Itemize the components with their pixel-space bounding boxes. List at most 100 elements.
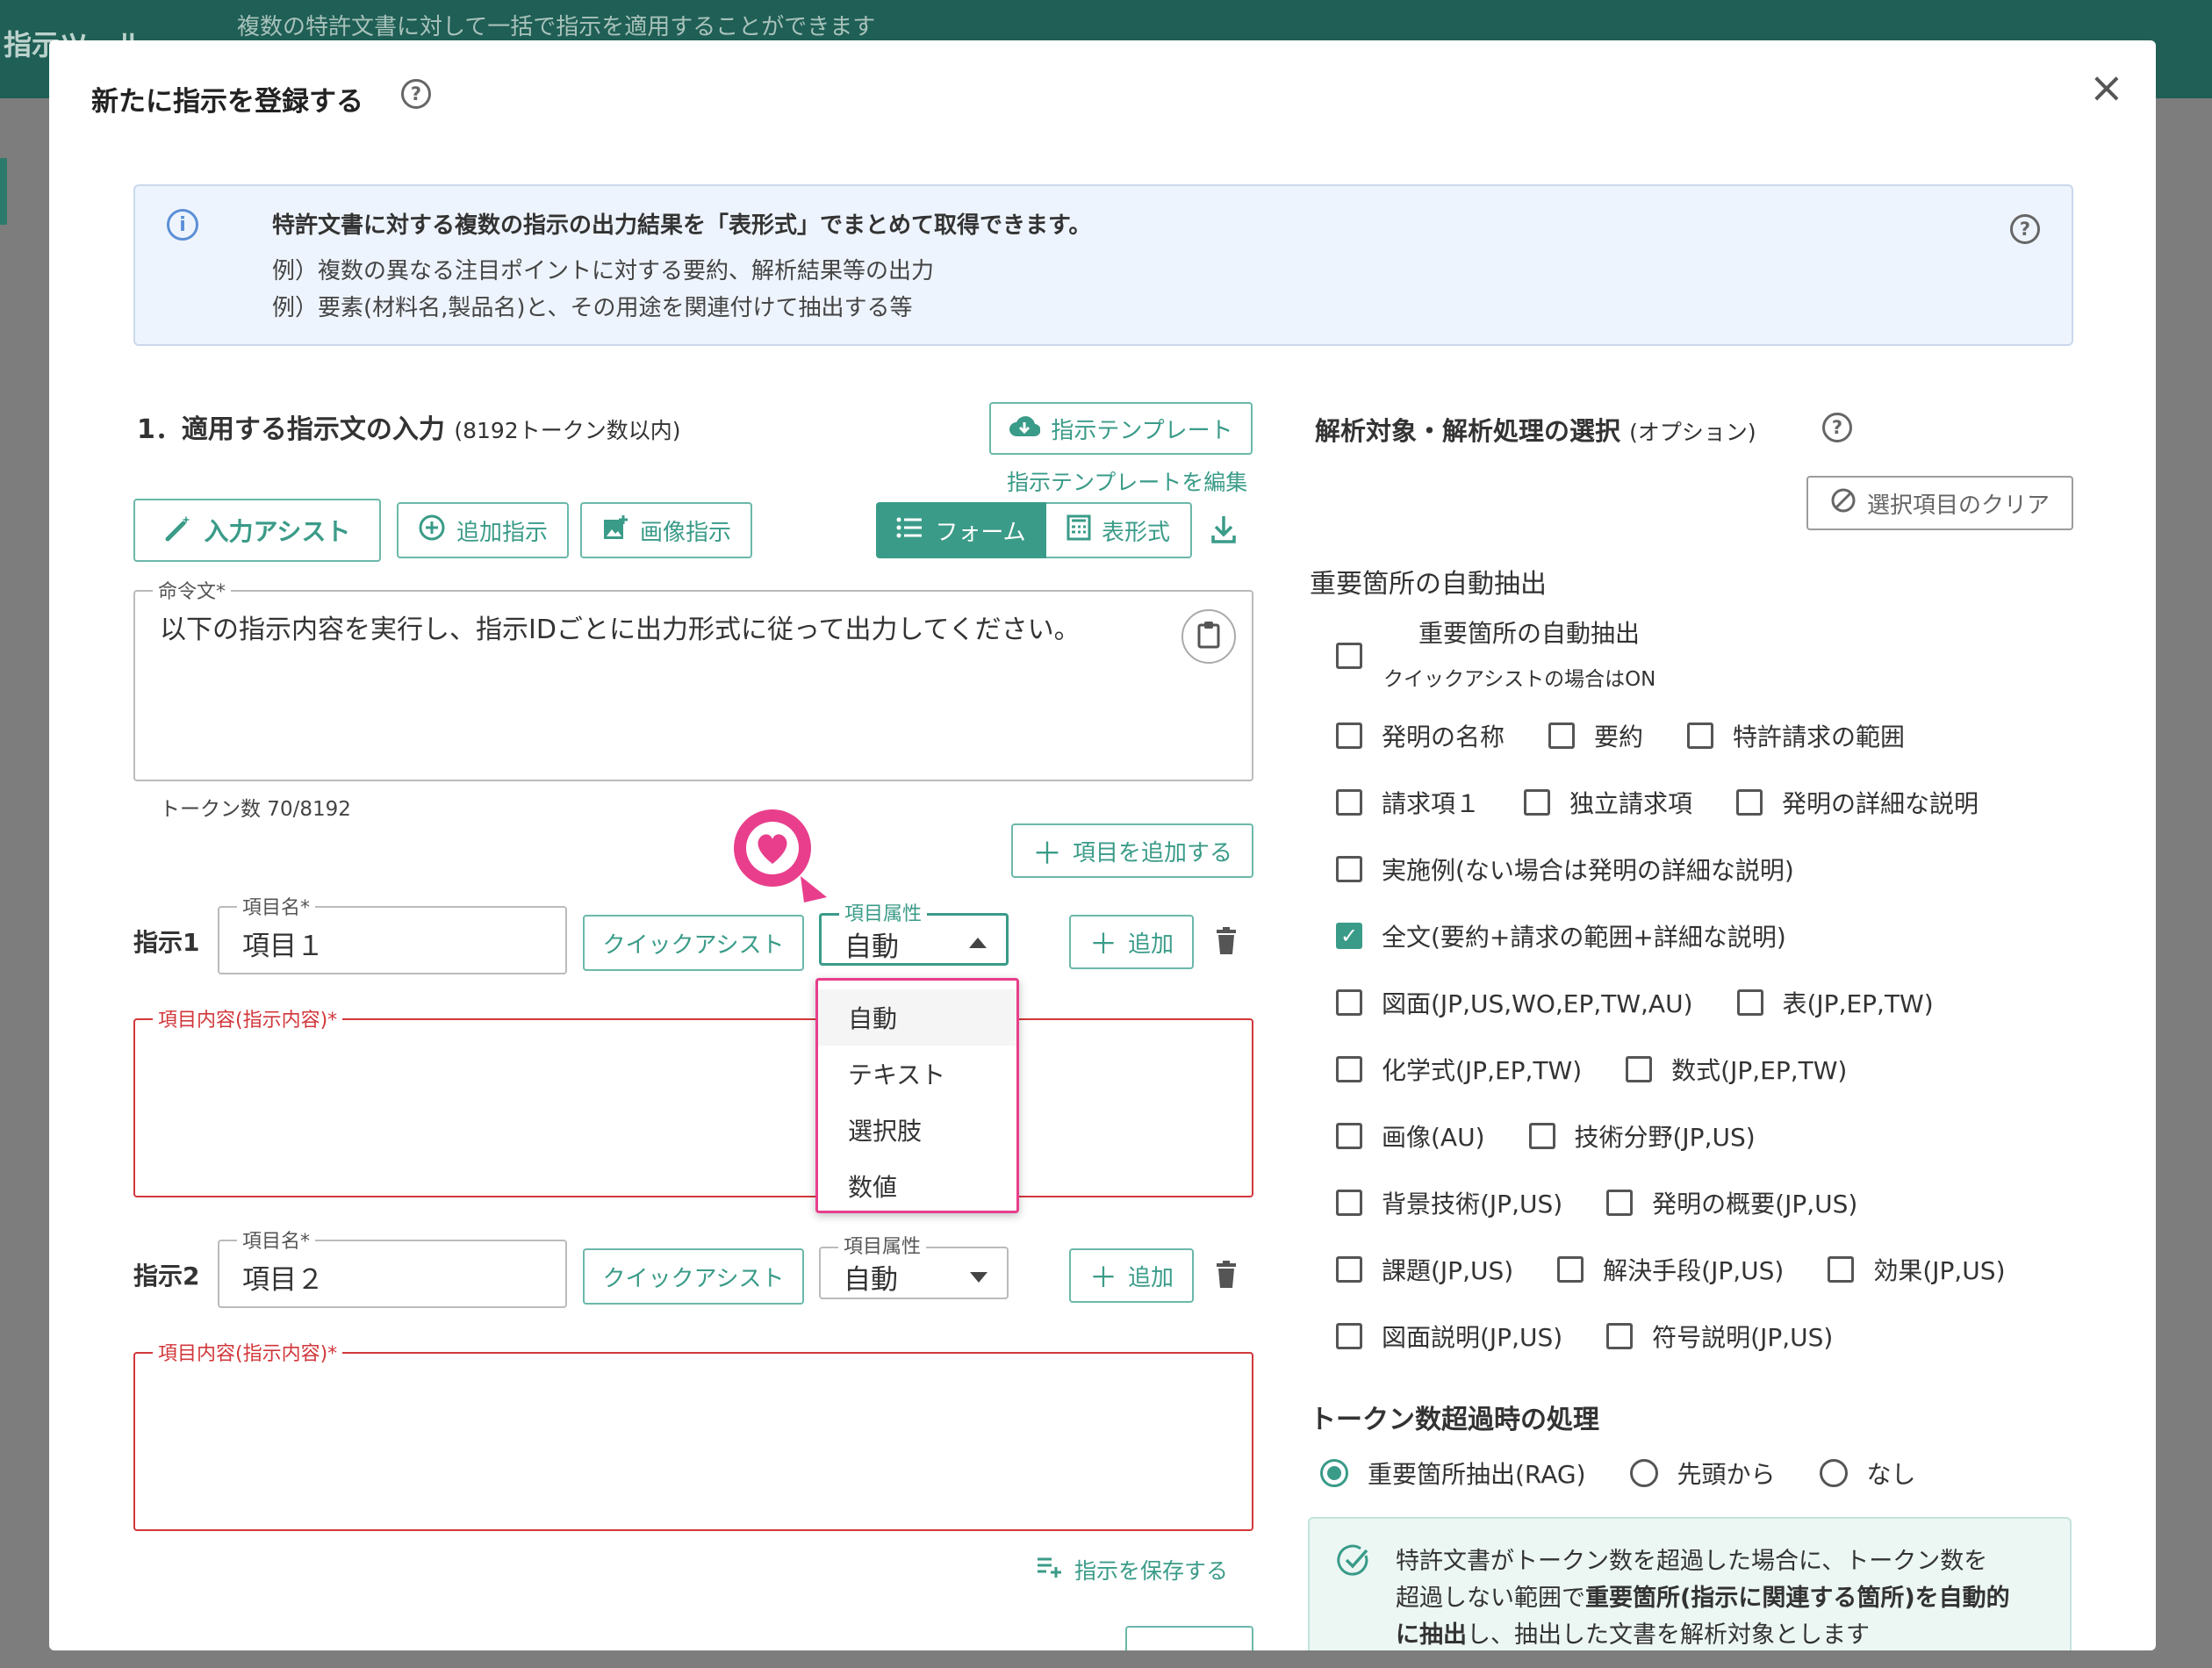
checkbox-item-effect[interactable]: 効果(JP,US): [1828, 1252, 2006, 1287]
info-help-icon[interactable]: ?: [2010, 214, 2040, 244]
view-table-toggle[interactable]: 表形式: [1046, 502, 1192, 558]
checkbox-label: 背景技術(JP,US): [1382, 1190, 1563, 1219]
checkbox-item-tables[interactable]: 表(JP,EP,TW): [1736, 985, 1934, 1020]
radio[interactable]: [1629, 1459, 1658, 1487]
clear-selection-button[interactable]: 選択項目のクリア: [1806, 476, 2073, 530]
instruction-1-attribute-value: 自動: [844, 931, 899, 963]
clipboard-icon: [1197, 621, 1220, 652]
checkbox[interactable]: [1687, 723, 1714, 749]
checkbox-label: 特許請求の範囲: [1733, 723, 1906, 751]
checkbox-item-technical-field[interactable]: 技術分野(JP,US): [1528, 1118, 1756, 1154]
add-item-label: 項目を追加する: [1072, 839, 1232, 866]
checkbox-item-summary[interactable]: 発明の概要(JP,US): [1606, 1185, 1857, 1220]
radio-none[interactable]: なし: [1819, 1456, 1916, 1491]
instruction-2-add-button[interactable]: ＋ 追加: [1069, 1248, 1194, 1303]
checkbox[interactable]: [1524, 789, 1551, 816]
checkbox[interactable]: [1606, 1323, 1634, 1349]
checkbox-item-background[interactable]: 背景技術(JP,US): [1336, 1185, 1562, 1220]
checkbox-item-abstract[interactable]: 要約: [1548, 718, 1643, 753]
checkbox-item-solution[interactable]: 解決手段(JP,US): [1557, 1252, 1784, 1287]
dropdown-option-number[interactable]: 数値: [818, 1158, 1016, 1214]
radio[interactable]: [1819, 1459, 1848, 1487]
checkbox-row-6: 化学式(JP,EP,TW) 数式(JP,EP,TW): [1336, 1052, 1847, 1087]
instruction-2-name-field[interactable]: 項目名* 項目２: [218, 1226, 567, 1308]
checkbox[interactable]: [1557, 1256, 1584, 1283]
download-icon[interactable]: [1210, 514, 1237, 548]
checkbox-item-figure-description[interactable]: 図面説明(JP,US): [1336, 1319, 1562, 1354]
checkbox[interactable]: [1336, 1123, 1362, 1149]
checkbox[interactable]: [1736, 989, 1763, 1016]
section1-title: 1．適用する指示文の入力 (8192トークン数以内): [137, 407, 680, 446]
auto-extract-label: 重要箇所の自動抽出: [1418, 619, 1641, 648]
view-form-toggle[interactable]: フォーム: [876, 502, 1046, 558]
checkbox[interactable]: [1736, 789, 1763, 816]
checkbox-item-reference-signs[interactable]: 符号説明(JP,US): [1606, 1319, 1833, 1354]
auto-extract-checkbox[interactable]: [1336, 643, 1362, 669]
dropdown-option-auto[interactable]: 自動: [818, 989, 1016, 1046]
instruction-1-delete-icon[interactable]: [1215, 927, 1238, 959]
checkbox[interactable]: [1336, 1256, 1362, 1283]
checkbox[interactable]: [1528, 1123, 1555, 1149]
checkbox-item-claims[interactable]: 特許請求の範囲: [1687, 718, 1905, 753]
help-icon[interactable]: ?: [401, 79, 431, 109]
checkbox-label: 全文(要約+請求の範囲+詳細な説明): [1382, 923, 1786, 952]
checkbox-row-10: 図面説明(JP,US) 符号説明(JP,US): [1336, 1319, 1833, 1354]
checkbox[interactable]: [1626, 1056, 1653, 1082]
checkbox-item-independent-claims[interactable]: 独立請求項: [1524, 785, 1692, 820]
input-assist-button[interactable]: 入力アシスト: [133, 499, 381, 562]
checkbox[interactable]: [1336, 989, 1362, 1016]
dropdown-option-text[interactable]: テキスト: [818, 1046, 1016, 1102]
instruction-1-quick-assist-button[interactable]: クイックアシスト: [583, 915, 804, 971]
right-help-icon[interactable]: ?: [1822, 413, 1852, 442]
checkbox[interactable]: [1606, 1190, 1634, 1216]
add-item-button[interactable]: ＋ 項目を追加する: [1011, 823, 1253, 878]
image-instruction-button[interactable]: 画像指示: [580, 502, 752, 558]
checkbox-item-claim1[interactable]: 請求項１: [1336, 785, 1480, 820]
checkbox-item-detailed-description[interactable]: 発明の詳細な説明: [1736, 785, 1979, 820]
save-instruction-link[interactable]: 指示を保存する: [1036, 1554, 1228, 1585]
checkbox-label: 数式(JP,EP,TW): [1671, 1056, 1848, 1085]
checkbox[interactable]: [1336, 789, 1362, 816]
command-textarea[interactable]: 命令文* 以下の指示内容を実行し、指示IDごとに出力形式に従って出力してください…: [133, 576, 1253, 781]
close-button[interactable]: ×: [2089, 67, 2124, 109]
add-instruction-button[interactable]: 追加指示: [397, 502, 569, 558]
attribute-dropdown-menu: 自動 テキスト 選択肢 数値: [815, 978, 1019, 1213]
dropdown-option-choice[interactable]: 選択肢: [818, 1102, 1016, 1158]
radio-selected[interactable]: [1320, 1459, 1348, 1487]
instruction-2-content-textarea[interactable]: 項目内容(指示内容)*: [133, 1338, 1253, 1531]
instruction-1-add-button[interactable]: ＋ 追加: [1069, 915, 1194, 969]
paste-button[interactable]: [1181, 609, 1236, 664]
instruction-2-delete-icon[interactable]: [1215, 1261, 1238, 1292]
checkbox[interactable]: [1336, 1190, 1362, 1216]
instruction-1-add-label: 追加: [1128, 931, 1174, 958]
checkbox-item-chemical[interactable]: 化学式(JP,EP,TW): [1336, 1052, 1582, 1087]
radio-rag[interactable]: 重要箇所抽出(RAG): [1320, 1456, 1586, 1491]
checkbox-item-problem[interactable]: 課題(JP,US): [1336, 1252, 1513, 1287]
partial-bottom-button[interactable]: [1125, 1626, 1253, 1650]
checkbox[interactable]: [1336, 856, 1362, 882]
checkbox-item-images[interactable]: 画像(AU): [1336, 1118, 1485, 1154]
instruction-1-content-textarea[interactable]: 項目内容(指示内容)*: [133, 1004, 1253, 1197]
instruction-1-name-field[interactable]: 項目名* 項目１: [218, 892, 567, 974]
checkbox[interactable]: [1336, 723, 1362, 749]
checkbox[interactable]: [1548, 723, 1576, 749]
checkbox-item-full-text[interactable]: ✓ 全文(要約+請求の範囲+詳細な説明): [1336, 918, 1786, 953]
checkbox[interactable]: [1828, 1256, 1855, 1283]
instruction-1-attribute-select[interactable]: 項目属性 自動: [819, 898, 1009, 966]
instruction-2-quick-assist-button[interactable]: クイックアシスト: [583, 1248, 804, 1305]
checkbox[interactable]: [1336, 1056, 1362, 1082]
checkbox-checked[interactable]: ✓: [1336, 923, 1362, 949]
instruction-2-attribute-select[interactable]: 項目属性 自動: [819, 1231, 1009, 1299]
checkbox[interactable]: [1336, 1323, 1362, 1349]
checkbox[interactable]: [1336, 643, 1362, 669]
checkbox-label: 効果(JP,US): [1873, 1256, 2006, 1285]
note-line-1: 特許文書がトークン数を超過した場合に、トークン数を: [1396, 1548, 1988, 1575]
checkbox-label: 画像(AU): [1382, 1123, 1485, 1152]
checkbox-item-title[interactable]: 発明の名称: [1336, 718, 1505, 753]
radio-from-start[interactable]: 先頭から: [1629, 1456, 1776, 1491]
edit-template-link[interactable]: 指示テンプレートを編集: [1007, 465, 1247, 497]
template-button[interactable]: 指示テンプレート: [989, 402, 1253, 455]
checkbox-item-examples[interactable]: 実施例(ない場合は発明の詳細な説明): [1336, 852, 1794, 887]
checkbox-item-formula[interactable]: 数式(JP,EP,TW): [1626, 1052, 1847, 1087]
checkbox-item-drawings[interactable]: 図面(JP,US,WO,EP,TW,AU): [1336, 985, 1693, 1020]
